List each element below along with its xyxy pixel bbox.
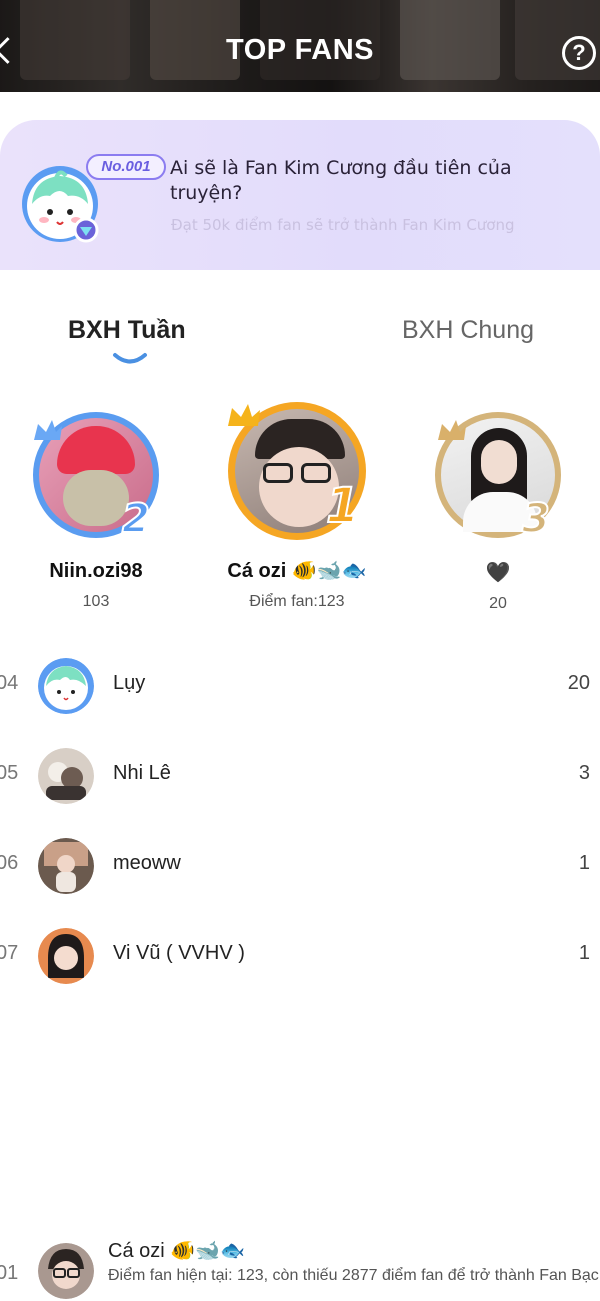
- page-title: TOP FANS: [226, 34, 374, 66]
- avatar: [38, 658, 94, 714]
- podium-first-place[interactable]: 1 Cá ozi 🐠🐋🐟 Điểm fan:123: [222, 402, 372, 611]
- avatar: [38, 748, 94, 804]
- user-name: Cá ozi 🐠🐋🐟: [108, 1240, 245, 1262]
- rank-number: 07: [0, 942, 19, 964]
- fan-progress-text: Điểm fan hiện tại: 123, còn thiếu 2877 đ…: [108, 1267, 599, 1284]
- crown-icon: [228, 404, 260, 426]
- rank-number: 05: [0, 762, 19, 784]
- user-name: Nhi Lê: [113, 762, 171, 784]
- fan-points: 1: [578, 852, 590, 874]
- rank-number: 1: [325, 477, 360, 535]
- rank-number: 06: [0, 852, 19, 874]
- podium-score: 20: [489, 595, 507, 612]
- active-tab-indicator: [113, 353, 147, 364]
- avatar: [38, 838, 94, 894]
- rank-number: 01: [0, 1262, 19, 1284]
- crown-icon: [34, 420, 62, 440]
- podium-score: Điểm fan:123: [249, 593, 345, 610]
- tab-overall-ranking[interactable]: BXH Chung: [402, 316, 534, 345]
- banner-title: Ai sẽ là Fan Kim Cương đầu tiên của truy…: [170, 157, 512, 204]
- rank-number: 04: [0, 672, 19, 694]
- user-name: Lụy: [113, 672, 146, 694]
- list-item[interactable]: 06 meoww 1: [0, 830, 600, 920]
- list-item[interactable]: 05 Nhi Lê 3: [0, 740, 600, 830]
- avatar: [38, 1243, 94, 1299]
- list-item[interactable]: 04 Lụy 20: [0, 650, 600, 740]
- rank-number: 3: [521, 495, 551, 543]
- banner-subtitle: Đạt 50k điểm fan sẽ trở thành Fan Kim Cư…: [171, 216, 515, 234]
- user-name: meoww: [113, 852, 181, 874]
- fan-points: 20: [567, 672, 590, 694]
- current-user-rank: 01 Cá ozi 🐠🐋🐟 Điểm fan hiện tại: 123, cò…: [0, 1232, 600, 1301]
- help-icon[interactable]: ?: [562, 36, 596, 70]
- header-bar: TOP FANS ?: [0, 0, 600, 92]
- user-name: Vi Vũ ( VVHV ): [113, 942, 245, 964]
- podium-third-place[interactable]: 3 🖤 20: [428, 412, 568, 613]
- avatar: [38, 928, 94, 984]
- rank-badge: No.001: [86, 154, 166, 180]
- crown-icon: [438, 420, 466, 440]
- list-item[interactable]: 07 Vi Vũ ( VVHV ) 1: [0, 920, 600, 1010]
- podium-name: Cá ozi 🐠🐋🐟: [227, 560, 367, 582]
- diamond-fan-banner: No.001 Ai sẽ là Fan Kim Cương đầu tiên c…: [0, 120, 600, 270]
- podium-name: Niin.ozi98: [49, 560, 143, 582]
- fan-points: 3: [578, 762, 590, 784]
- tab-weekly-ranking[interactable]: BXH Tuần: [68, 316, 186, 345]
- podium-score: 103: [82, 593, 110, 610]
- podium-name: 🖤: [485, 562, 511, 584]
- rank-number: 2: [121, 495, 151, 543]
- podium-second-place[interactable]: 2 Niin.ozi98 103: [26, 412, 166, 611]
- fan-points: 1: [578, 942, 590, 964]
